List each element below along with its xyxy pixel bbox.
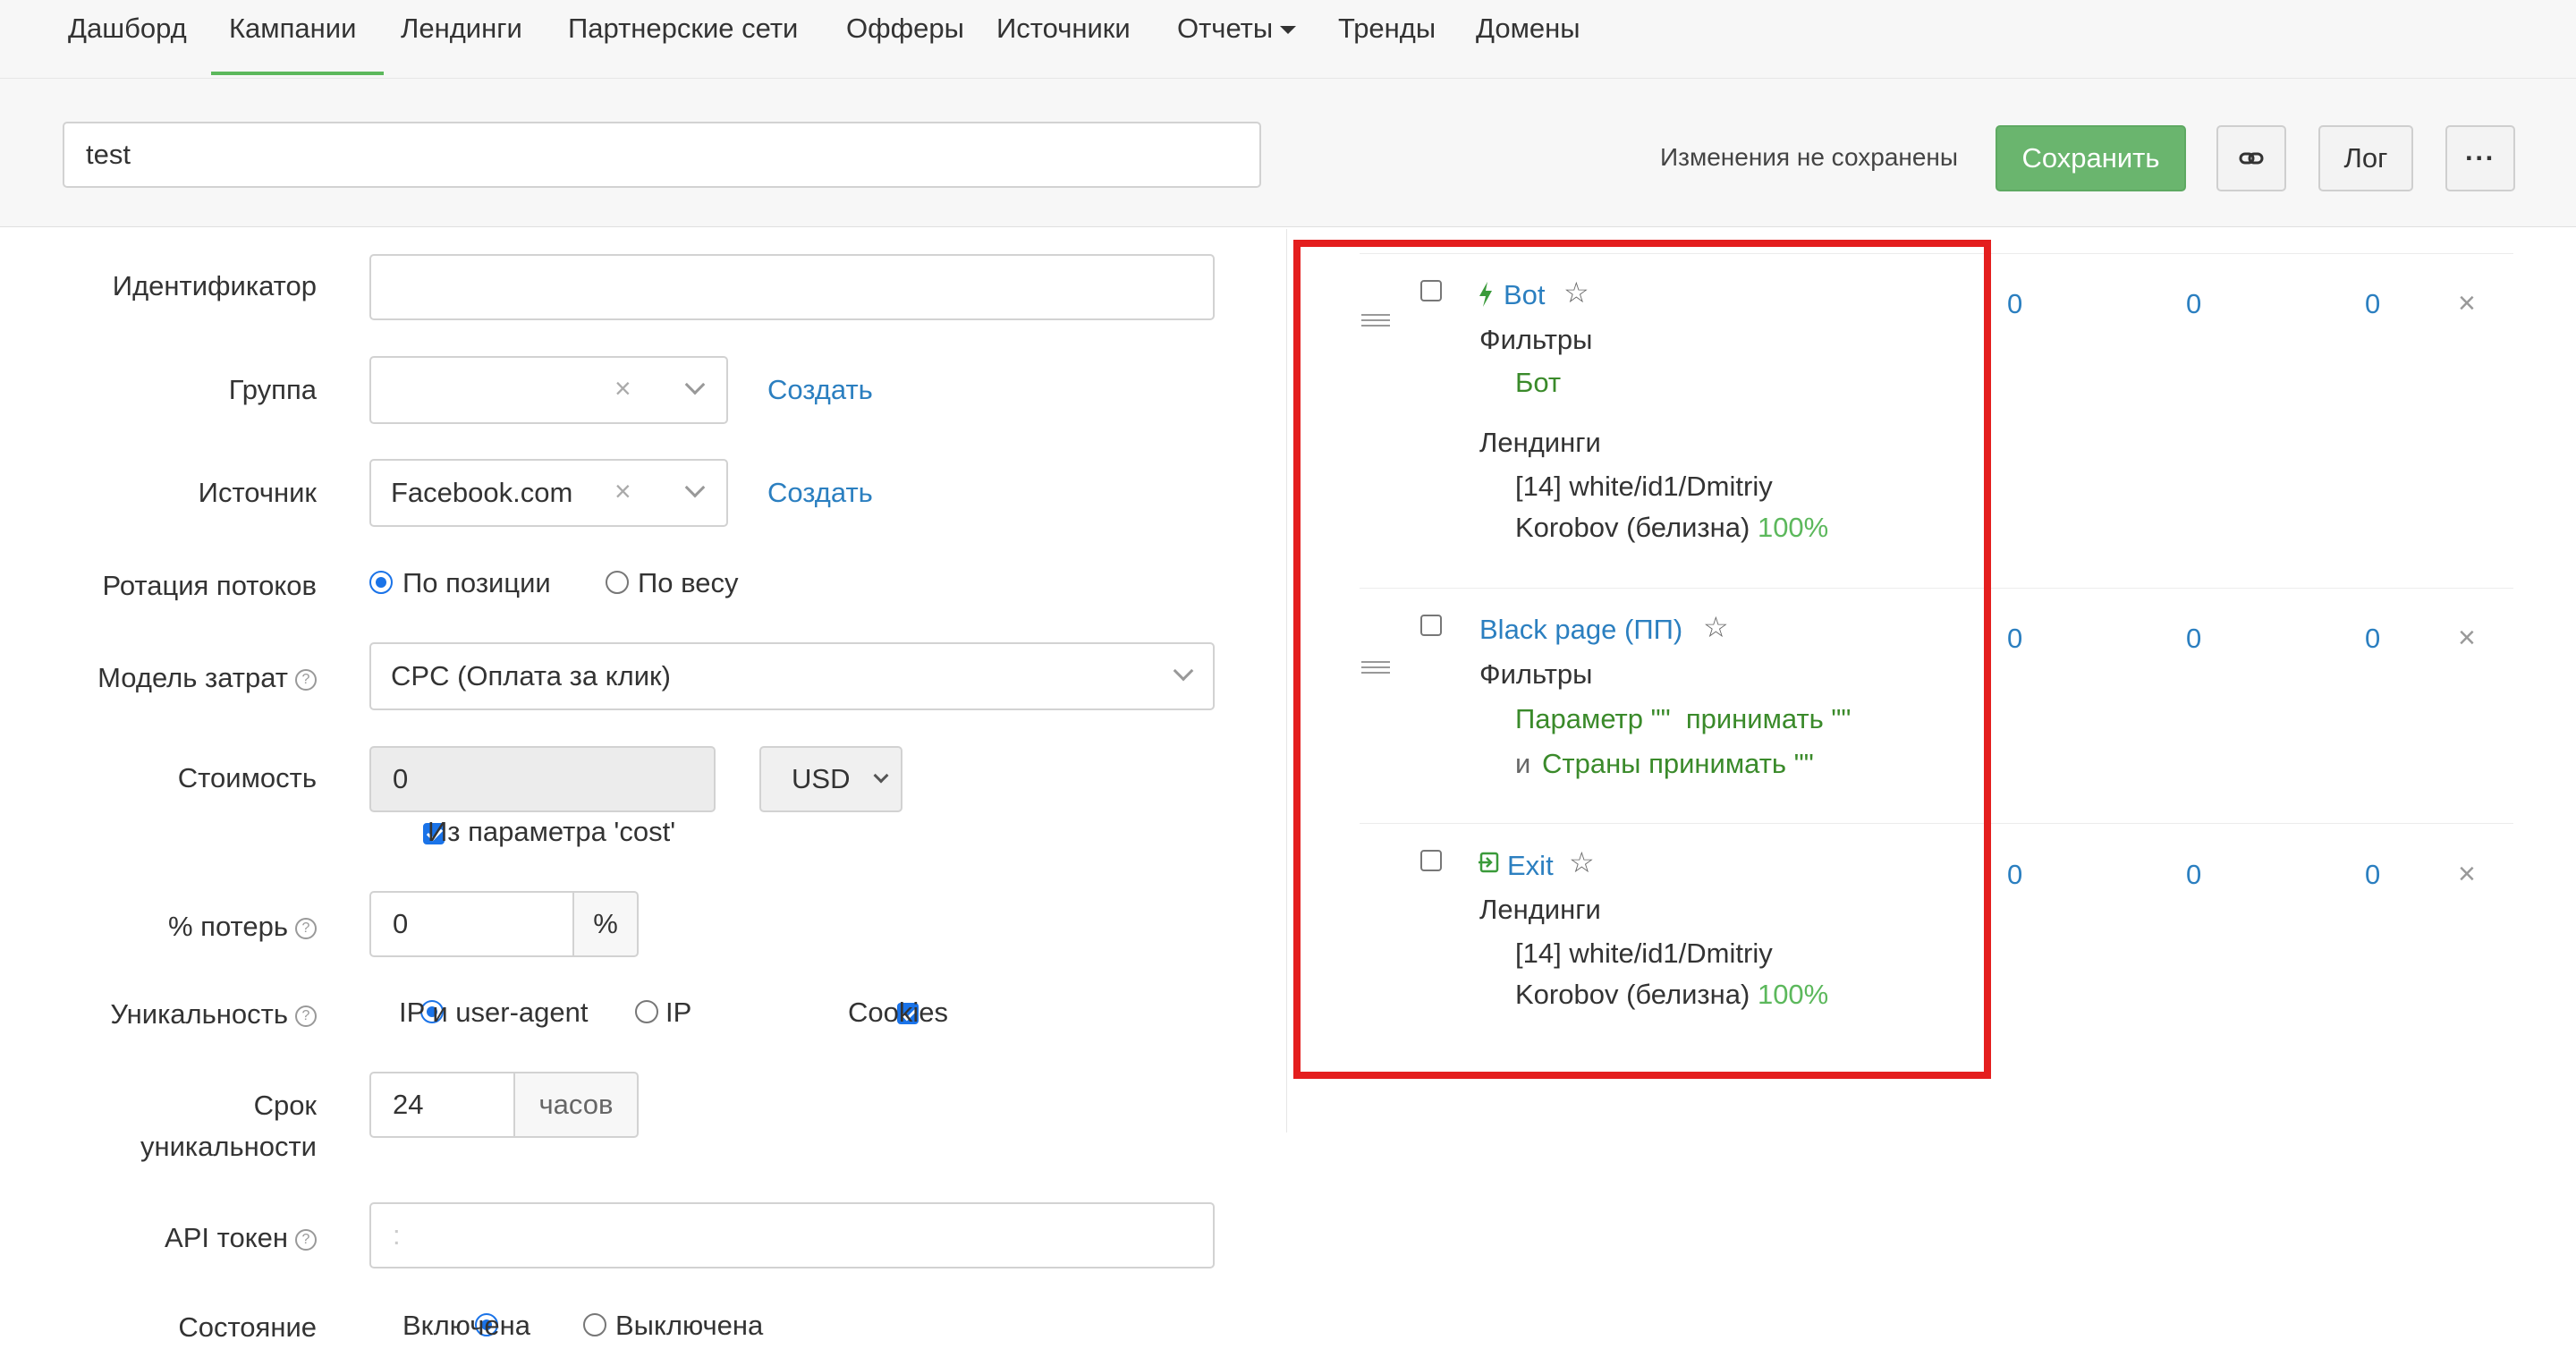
- clear-icon[interactable]: ×: [614, 372, 631, 405]
- flow-stat[interactable]: 0: [2186, 623, 2201, 655]
- uniq-term-unit: часов: [513, 1072, 639, 1138]
- chevron-down-icon: [684, 477, 706, 498]
- flow-stat[interactable]: 0: [2365, 859, 2380, 891]
- rotation-by-weight-label: По весу: [638, 567, 739, 598]
- uniqueness-ip-label: IP: [665, 997, 692, 1028]
- state-on-label: Включена: [402, 1310, 530, 1341]
- link-icon: [2239, 152, 2264, 165]
- state-off-label: Выключена: [615, 1310, 764, 1341]
- link-button[interactable]: [2216, 125, 2286, 191]
- rotation-by-position-radio[interactable]: [369, 571, 393, 594]
- flow-stat[interactable]: 0: [2186, 288, 2201, 320]
- group-select[interactable]: ×: [369, 356, 728, 424]
- save-button[interactable]: Сохранить: [1996, 125, 2186, 191]
- help-icon[interactable]: ?: [295, 917, 317, 939]
- cookies-label: Cookies: [848, 997, 948, 1028]
- unsaved-status: Изменения не сохранены: [1660, 143, 1959, 171]
- rotation-by-weight-radio[interactable]: [606, 571, 629, 594]
- caret-down-icon: [1280, 26, 1297, 35]
- state-off-radio[interactable]: [583, 1313, 606, 1336]
- currency-select[interactable]: USD: [759, 746, 902, 812]
- source-select-value: Facebook.com: [391, 477, 573, 508]
- help-icon[interactable]: ?: [295, 668, 317, 691]
- help-icon[interactable]: ?: [295, 1005, 317, 1027]
- nav-item-affiliate-networks[interactable]: Партнерские сети: [568, 13, 798, 45]
- help-icon[interactable]: ?: [295, 1228, 317, 1251]
- create-group-link[interactable]: Создать: [767, 374, 873, 406]
- identifier-label: Идентификатор: [112, 270, 317, 301]
- source-select[interactable]: Facebook.com ×: [369, 459, 728, 527]
- cost-label: Стоимость: [177, 762, 317, 793]
- rotation-by-position-label: По позиции: [402, 567, 551, 598]
- source-label: Источник: [198, 477, 317, 508]
- rotation-label: Ротация потоков: [102, 570, 318, 601]
- chevron-down-icon: [873, 768, 889, 784]
- cost-model-label-text: Модель затрат: [97, 662, 288, 693]
- loss-label: % потерь?: [168, 911, 317, 943]
- more-button[interactable]: ···: [2445, 125, 2515, 191]
- flow-stat[interactable]: 0: [2007, 288, 2022, 320]
- highlight-box: [1293, 240, 1991, 1079]
- nav-item-landings[interactable]: Лендинги: [401, 13, 522, 45]
- flow-stat[interactable]: 0: [2365, 623, 2380, 655]
- create-source-link[interactable]: Создать: [767, 477, 873, 509]
- campaign-name-input[interactable]: test: [63, 122, 1261, 188]
- currency-value: USD: [792, 763, 851, 794]
- cost-model-label: Модель затрат?: [97, 662, 317, 694]
- nav-item-offers[interactable]: Офферы: [846, 13, 964, 45]
- flow-stat[interactable]: 0: [2007, 623, 2022, 655]
- uniqueness-label: Уникальность?: [110, 998, 317, 1031]
- cost-input[interactable]: 0: [369, 746, 716, 812]
- delete-flow-icon[interactable]: ×: [2458, 857, 2476, 892]
- uniq-term-label-line2: уникальности: [140, 1131, 317, 1162]
- identifier-input[interactable]: [369, 254, 1215, 320]
- uniqueness-ip-radio[interactable]: [635, 1000, 658, 1023]
- uniqueness-ip-ua-label: IP и user-agent: [399, 997, 589, 1028]
- cost-param-label: Из параметра 'cost': [428, 816, 676, 847]
- flow-stat[interactable]: 0: [2186, 859, 2201, 891]
- chevron-down-icon: [684, 374, 706, 395]
- state-label: Состояние: [178, 1311, 317, 1343]
- delete-flow-icon[interactable]: ×: [2458, 286, 2476, 321]
- flow-stat[interactable]: 0: [2007, 859, 2022, 891]
- log-button[interactable]: Лог: [2318, 125, 2413, 191]
- flow-stat[interactable]: 0: [2365, 288, 2380, 320]
- loss-input[interactable]: 0: [369, 891, 574, 957]
- nav-item-reports-label: Отчеты: [1177, 13, 1274, 44]
- nav-item-reports[interactable]: Отчеты: [1177, 13, 1297, 45]
- cost-model-select[interactable]: CPC (Оплата за клик): [369, 642, 1215, 710]
- delete-flow-icon[interactable]: ×: [2458, 621, 2476, 656]
- nav-item-dashboard[interactable]: Дашборд: [68, 13, 187, 45]
- uniq-term-input[interactable]: 24: [369, 1072, 515, 1138]
- nav-item-sources[interactable]: Источники: [996, 13, 1131, 45]
- panel-divider: [1286, 229, 1287, 1133]
- api-token-label-text: API токен: [165, 1222, 288, 1253]
- top-nav: Дашборд Кампании Лендинги Партнерские се…: [0, 0, 2576, 79]
- nav-item-domains[interactable]: Домены: [1476, 13, 1580, 45]
- nav-item-trends[interactable]: Тренды: [1338, 13, 1436, 45]
- loss-label-text: % потерь: [167, 911, 288, 942]
- nav-active-indicator: [211, 72, 384, 75]
- uniqueness-label-text: Уникальность: [110, 998, 288, 1030]
- api-token-label: API токен?: [165, 1222, 317, 1254]
- nav-item-campaigns[interactable]: Кампании: [229, 13, 356, 45]
- loss-unit: %: [572, 891, 639, 957]
- api-token-input[interactable]: :: [369, 1202, 1215, 1268]
- uniq-term-label-line1: Срок: [253, 1090, 317, 1121]
- chevron-down-icon: [1173, 660, 1194, 682]
- cost-model-value: CPC (Оплата за клик): [391, 660, 671, 691]
- clear-icon[interactable]: ×: [614, 475, 631, 508]
- group-label: Группа: [228, 374, 317, 405]
